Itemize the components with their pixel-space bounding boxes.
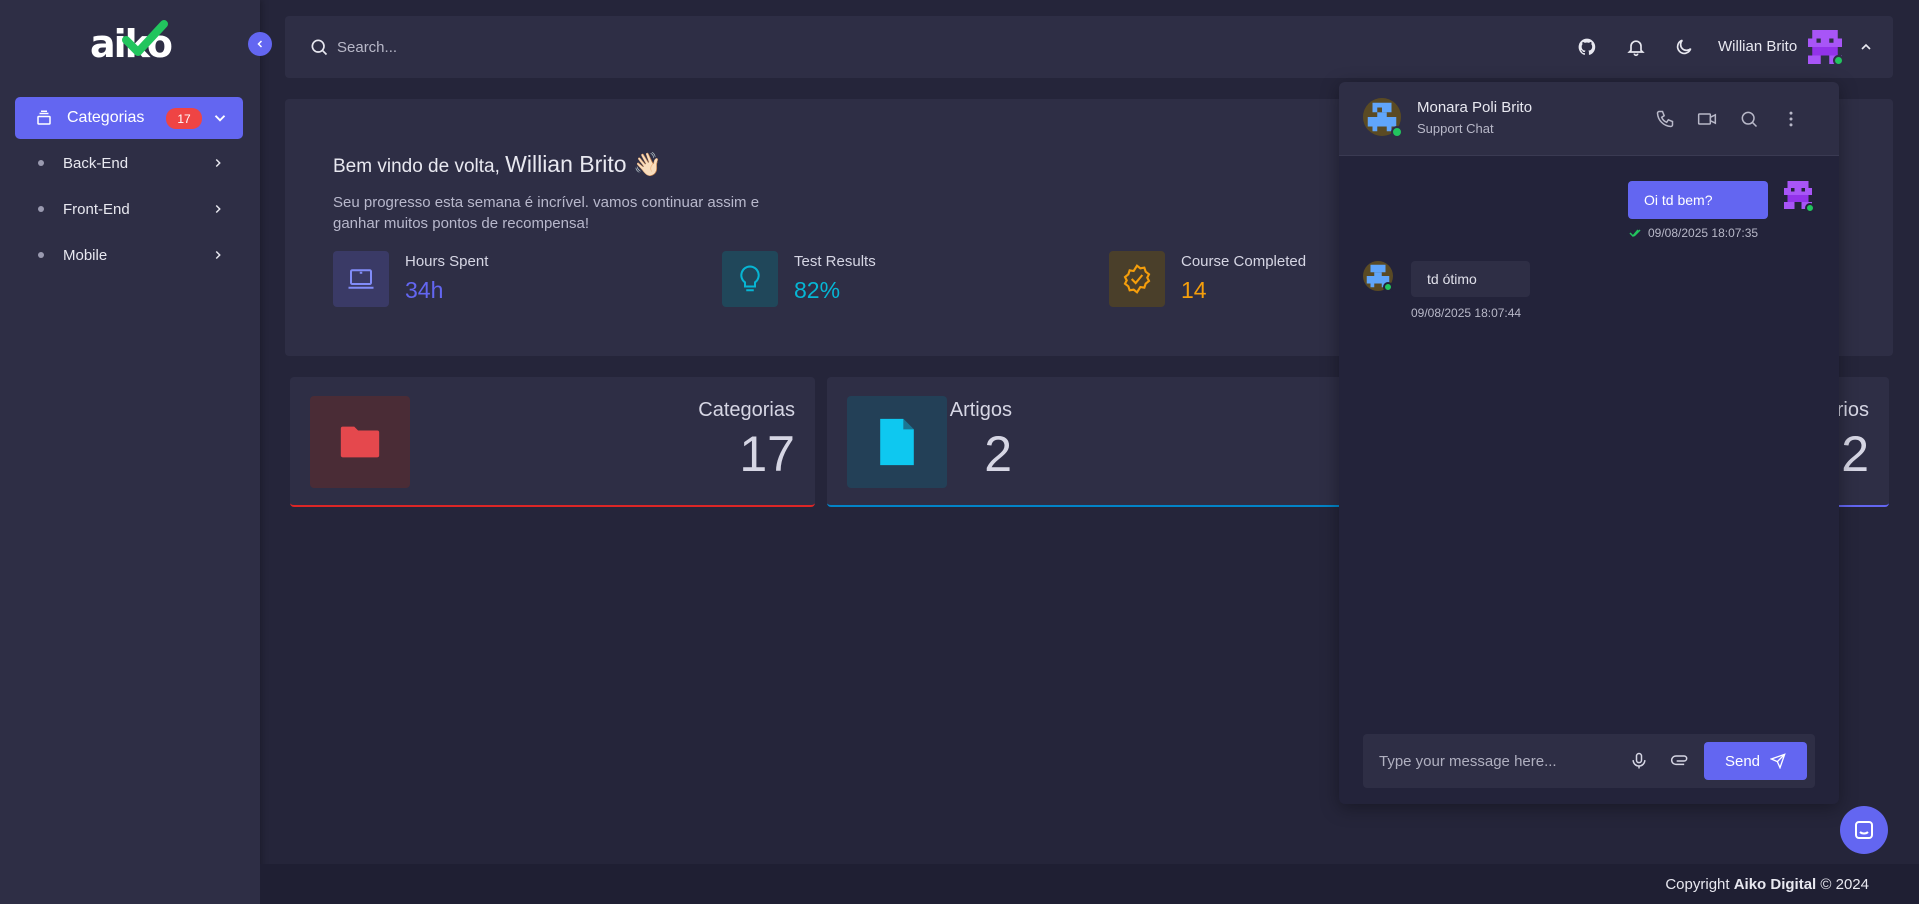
welcome-title: Bem vindo de volta, Willian Brito 👋🏻 — [333, 151, 662, 178]
layers-icon — [37, 110, 51, 125]
sidebar-item-label: Back-End — [63, 154, 129, 172]
chat-panel: Monara Poli Brito Support Chat Oi td bem… — [1339, 82, 1839, 804]
message-timestamp: 09/08/2025 18:07:44 — [1411, 306, 1522, 320]
chat-composer: Send — [1363, 734, 1815, 788]
more-vertical-icon[interactable] — [1781, 109, 1801, 129]
stat-label: Test Results — [794, 253, 876, 270]
greeting-text: Bem vindo de volta, — [333, 156, 500, 177]
chat-icon — [1855, 821, 1873, 839]
chat-contact-subtitle: Support Chat — [1417, 121, 1494, 136]
search-icon — [311, 39, 328, 56]
copyright-suffix: © 2024 — [1816, 876, 1869, 893]
copyright-text: Copyright Aiko Digital © 2024 — [1665, 876, 1869, 893]
online-status-dot — [1383, 282, 1393, 292]
chat-header: Monara Poli Brito Support Chat — [1339, 82, 1839, 156]
send-button[interactable]: Send — [1704, 742, 1807, 780]
topbar: Willian Brito — [285, 16, 1893, 78]
sidebar-item-mobile[interactable]: Mobile — [15, 237, 243, 273]
card-title: Categorias — [698, 399, 795, 421]
moon-icon[interactable] — [1674, 37, 1694, 57]
online-status-dot — [1391, 126, 1403, 138]
chevron-down-icon — [214, 115, 226, 122]
message-input[interactable] — [1379, 750, 1609, 772]
bullet-icon — [38, 206, 44, 212]
bullet-icon — [38, 160, 44, 166]
logo[interactable]: aiko — [90, 20, 173, 64]
phone-icon[interactable] — [1655, 109, 1675, 129]
badge-check-icon — [1109, 251, 1165, 307]
welcome-user-name: Willian Brito 👋🏻 — [505, 151, 662, 177]
company-name: Aiko Digital — [1733, 876, 1817, 893]
check-icon — [122, 20, 168, 56]
card-value: 2 — [1841, 426, 1869, 482]
online-status-dot — [1833, 55, 1844, 66]
chat-contact-name: Monara Poli Brito — [1417, 99, 1533, 116]
double-check-icon — [1629, 229, 1641, 238]
copyright-prefix: Copyright — [1665, 876, 1734, 893]
sidebar-item-categorias[interactable]: Categorias 17 — [15, 97, 243, 139]
stat-value: 14 — [1181, 277, 1207, 303]
laptop-icon — [333, 251, 389, 307]
sidebar-item-label: Categorias — [67, 109, 145, 126]
file-icon — [847, 396, 947, 488]
card-value: 17 — [739, 426, 795, 482]
card-title: Artigos — [949, 399, 1012, 421]
chevron-up-icon[interactable] — [1858, 39, 1874, 55]
video-icon[interactable] — [1697, 109, 1717, 129]
online-status-dot — [1805, 203, 1815, 213]
send-icon — [1770, 753, 1786, 769]
sidebar-collapse-button[interactable] — [248, 32, 272, 56]
stat-value: 34h — [405, 277, 444, 303]
chevron-right-icon — [215, 204, 221, 214]
chat-launcher-button[interactable] — [1840, 806, 1888, 854]
stat-label: Course Completed — [1181, 253, 1307, 270]
card-artigos[interactable]: Artigos 2 — [827, 377, 1352, 507]
sidebar-item-back-end[interactable]: Back-End — [15, 145, 243, 181]
chevron-left-icon — [257, 40, 263, 48]
send-label: Send — [1724, 752, 1761, 770]
sidebar-item-label: Mobile — [63, 246, 108, 264]
count-badge: 17 — [166, 108, 202, 129]
bell-icon[interactable] — [1626, 37, 1646, 57]
user-name[interactable]: Willian Brito — [1718, 38, 1797, 55]
chevron-right-icon — [215, 158, 221, 168]
message-timestamp: 09/08/2025 18:07:35 — [1648, 226, 1759, 240]
chevron-right-icon — [215, 250, 221, 260]
bullet-icon — [38, 252, 44, 258]
avatar[interactable] — [1808, 30, 1844, 66]
footer: Copyright Aiko Digital © 2024 — [260, 864, 1919, 904]
github-icon[interactable] — [1577, 37, 1597, 57]
card-value: 2 — [984, 426, 1012, 482]
welcome-subtitle: Seu progresso esta semana é incrível. va… — [333, 194, 760, 232]
paperclip-icon[interactable] — [1670, 751, 1690, 771]
lightbulb-icon — [722, 251, 778, 307]
stat-value: 82% — [794, 277, 841, 303]
sidebar-item-front-end[interactable]: Front-End — [15, 191, 243, 227]
search-icon[interactable] — [1739, 109, 1759, 129]
search-input[interactable] — [337, 34, 737, 60]
microphone-icon[interactable] — [1629, 751, 1649, 771]
card-categorias[interactable]: Categorias 17 — [290, 377, 815, 507]
stat-label: Hours Spent — [405, 253, 489, 270]
folder-icon — [310, 396, 410, 488]
message-bubble-outgoing: Oi td bem? — [1628, 181, 1768, 219]
message-bubble-incoming: td ótimo — [1411, 261, 1530, 297]
sidebar-item-label: Front-End — [63, 200, 130, 218]
sidebar: aiko Categorias 17 Back-End Front-End Mo… — [0, 0, 260, 904]
card-title: rios — [1836, 399, 1869, 421]
